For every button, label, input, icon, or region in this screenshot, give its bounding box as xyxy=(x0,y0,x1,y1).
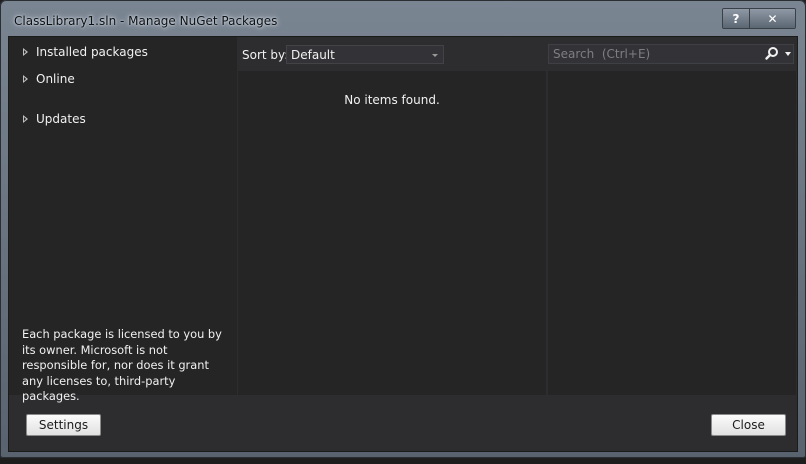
expand-triangle-icon[interactable] xyxy=(23,48,28,56)
license-notice: Each package is licensed to you by its o… xyxy=(22,327,222,403)
close-button[interactable]: Close xyxy=(711,414,786,436)
help-button[interactable]: ? xyxy=(723,9,750,28)
tree-item-updates[interactable]: Updates xyxy=(23,112,86,126)
tree-item-label: Online xyxy=(36,72,75,86)
search-box xyxy=(548,44,794,64)
caption-buttons: ? ✕ xyxy=(722,8,796,29)
chevron-down-icon xyxy=(432,54,438,57)
tree-item-label: Updates xyxy=(36,112,86,126)
tree-item-label: Installed packages xyxy=(36,45,148,59)
sort-by-dropdown[interactable]: Default xyxy=(286,45,444,64)
empty-results-message: No items found. xyxy=(344,93,440,107)
background-strip xyxy=(0,458,806,464)
expand-triangle-icon[interactable] xyxy=(23,115,28,123)
window-title: ClassLibrary1.sln - Manage NuGet Package… xyxy=(14,14,278,28)
search-input[interactable] xyxy=(549,45,755,63)
package-details-pane xyxy=(548,71,796,395)
tree-item-installed-packages[interactable]: Installed packages xyxy=(23,45,148,59)
tree-item-online[interactable]: Online xyxy=(23,72,75,86)
sort-by-label: Sort by: xyxy=(242,48,289,62)
dialog-window: ClassLibrary1.sln - Manage NuGet Package… xyxy=(0,0,806,458)
window-close-button[interactable]: ✕ xyxy=(750,9,795,28)
sort-by-value: Default xyxy=(291,48,335,62)
settings-button[interactable]: Settings xyxy=(26,414,101,436)
magnifier-icon[interactable] xyxy=(763,45,781,63)
package-source-tree: Installed packages Online Updates Each p… xyxy=(9,37,237,403)
package-list: No items found. xyxy=(238,71,546,395)
expand-triangle-icon[interactable] xyxy=(23,75,28,83)
chevron-down-icon xyxy=(785,52,791,56)
search-options-dropdown[interactable] xyxy=(782,45,794,63)
dialog-client-area: Installed packages Online Updates Each p… xyxy=(8,36,798,452)
